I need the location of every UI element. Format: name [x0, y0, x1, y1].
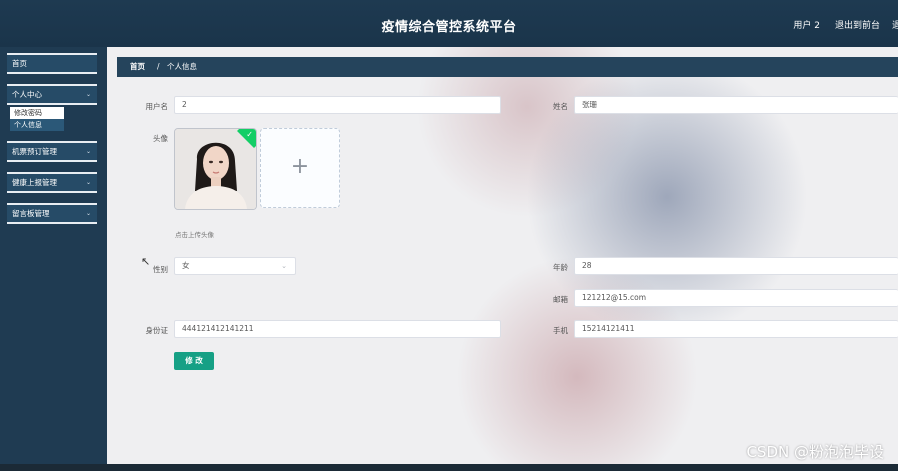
- gender-label: 性别: [153, 265, 168, 274]
- sidebar-item-label: 首页: [12, 59, 27, 68]
- sidebar-menu: 首页 个人中心 ⌄ 修改密码 个人信息 机票预订管理 ⌄ 健康上报管理 ⌄ 留言…: [7, 53, 97, 234]
- sidebar-item-home[interactable]: 首页: [7, 53, 97, 74]
- chevron-down-icon: ⌄: [85, 179, 91, 186]
- email-field[interactable]: 121212@15.com: [574, 289, 898, 307]
- sidebar: 首页 个人中心 ⌄ 修改密码 个人信息 机票预订管理 ⌄ 健康上报管理 ⌄ 留言…: [0, 47, 107, 471]
- breadcrumb: 首页 / 个人信息: [117, 57, 898, 77]
- sidebar-item-health-report[interactable]: 健康上报管理 ⌄: [7, 172, 97, 193]
- username-field[interactable]: 2: [174, 96, 501, 114]
- sidebar-item-label: 机票预订管理: [12, 147, 57, 156]
- chevron-down-icon: ⌄: [281, 262, 287, 270]
- personal-center-submenu: 修改密码 个人信息: [7, 107, 97, 131]
- phone-label: 手机: [553, 326, 568, 335]
- breadcrumb-current: 个人信息: [167, 62, 197, 71]
- sidebar-item-label: 个人中心: [12, 90, 42, 99]
- app-title: 疫情综合管控系统平台: [381, 20, 517, 35]
- phone-field[interactable]: 15214121411: [574, 320, 898, 338]
- avatar-label: 头像: [153, 134, 168, 143]
- breadcrumb-separator: /: [157, 62, 160, 71]
- sidebar-item-message-board[interactable]: 留言板管理 ⌄: [7, 203, 97, 224]
- avatar-preview[interactable]: ✓: [174, 128, 257, 210]
- back-to-front-link[interactable]: 退出到前台: [835, 18, 880, 31]
- name-field[interactable]: 张珊: [574, 96, 898, 114]
- sidebar-item-label: 健康上报管理: [12, 178, 57, 187]
- plus-icon: +: [290, 154, 310, 179]
- gender-select[interactable]: 女 ⌄: [174, 257, 296, 275]
- chevron-down-icon: ⌄: [85, 148, 91, 155]
- sidebar-item-label: 留言板管理: [12, 209, 50, 218]
- check-icon: ✓: [246, 129, 254, 139]
- name-label: 姓名: [553, 102, 568, 111]
- logout-link[interactable]: 退: [892, 18, 898, 31]
- gender-value: 女: [182, 261, 190, 270]
- age-field[interactable]: 28: [574, 257, 898, 275]
- avatar-upload-button[interactable]: +: [260, 128, 340, 208]
- sidebar-item-change-password[interactable]: 修改密码: [10, 107, 64, 119]
- sidebar-item-personal-info[interactable]: 个人信息: [10, 119, 64, 131]
- current-user: 用户 2: [793, 21, 820, 31]
- avatar-image: [175, 129, 256, 209]
- chevron-down-icon: ⌄: [85, 210, 91, 217]
- bottom-strip: [0, 464, 898, 471]
- sidebar-item-ticket-booking[interactable]: 机票预订管理 ⌄: [7, 141, 97, 162]
- chevron-down-icon: ⌄: [85, 91, 91, 98]
- upload-hint: 点击上传头像: [175, 231, 214, 239]
- breadcrumb-home[interactable]: 首页: [130, 57, 145, 77]
- email-label: 邮箱: [553, 295, 568, 304]
- age-label: 年龄: [553, 263, 568, 272]
- submit-button[interactable]: 修 改: [174, 352, 214, 370]
- username-label: 用户名: [145, 102, 169, 111]
- idcard-label: 身份证: [145, 326, 169, 335]
- watermark: CSDN @粉泡泡毕设: [746, 443, 884, 461]
- sidebar-item-personal-center[interactable]: 个人中心 ⌄: [7, 84, 97, 105]
- top-header: 疫情综合管控系统平台 用户 2 退出到前台 退: [0, 0, 898, 47]
- idcard-field[interactable]: 444121412141211: [174, 320, 501, 338]
